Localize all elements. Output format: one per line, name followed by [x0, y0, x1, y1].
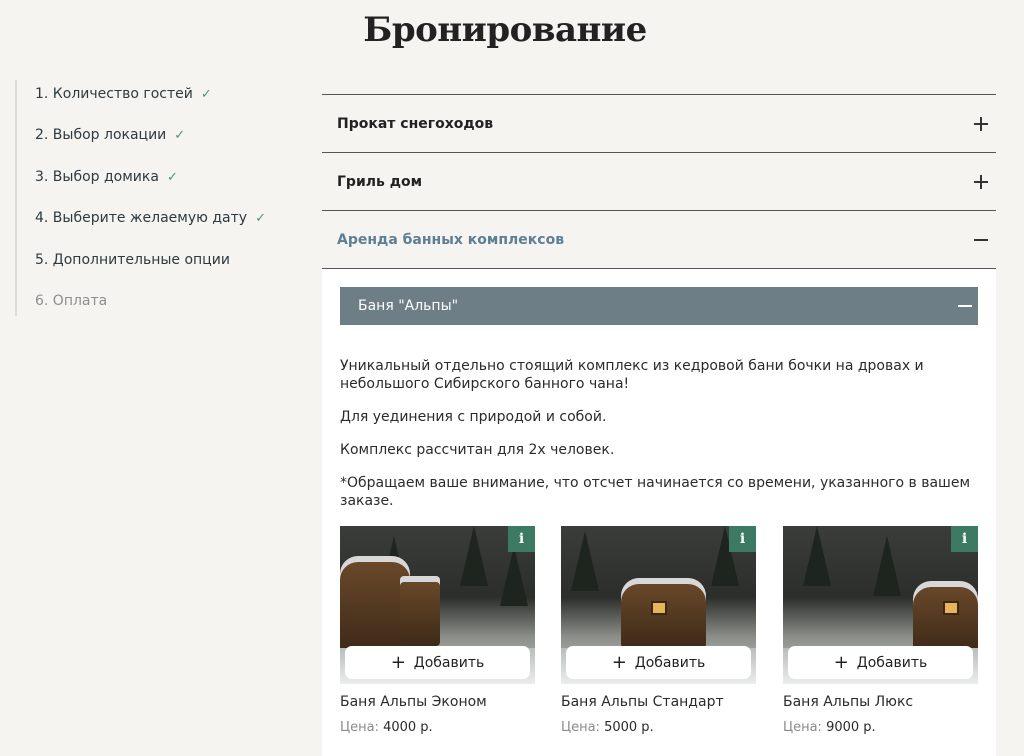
- add-button[interactable]: + Добавить: [566, 646, 751, 679]
- check-icon: ✓: [174, 127, 186, 143]
- product-name: Баня Альпы Люкс: [783, 694, 914, 710]
- step-label: 1. Количество гостей: [35, 86, 193, 102]
- add-button[interactable]: + Добавить: [345, 646, 530, 679]
- product-card-econom: i + Добавить Баня Альпы Эконом Цена: 400…: [340, 526, 535, 735]
- step-label: 3. Выбор домика: [35, 169, 159, 185]
- price-label: Цена:: [340, 720, 379, 735]
- product-name: Баня Альпы Эконом: [340, 694, 487, 710]
- add-label: Добавить: [634, 654, 706, 671]
- info-icon[interactable]: i: [508, 526, 535, 552]
- price-label: Цена:: [561, 720, 600, 735]
- product-price: Цена: 5000 р.: [561, 720, 756, 735]
- options-accordion: Прокат снегоходов Гриль дом Аренда банны…: [322, 94, 996, 756]
- check-icon: ✓: [200, 86, 212, 102]
- accordion-body: Баня "Альпы" Уникальный отдельно стоящий…: [322, 268, 996, 756]
- description: Уникальный отдельно стоящий комплекс из …: [340, 357, 980, 525]
- product-price: Цена: 4000 р.: [340, 720, 535, 735]
- price-value: 5000 р.: [604, 720, 654, 735]
- check-icon: ✓: [166, 169, 178, 185]
- info-icon[interactable]: i: [951, 526, 978, 552]
- accordion-item-grill-house[interactable]: Гриль дом: [322, 152, 996, 210]
- plus-icon[interactable]: [974, 116, 988, 131]
- product-photo: i + Добавить: [340, 526, 535, 684]
- add-label: Добавить: [413, 654, 485, 671]
- sub-accordion-title: Баня "Альпы": [358, 298, 459, 314]
- steps-sidebar: 1. Количество гостей ✓ 2. Выбор локации …: [15, 80, 305, 316]
- minus-icon[interactable]: [974, 233, 988, 247]
- page-title: Бронирование: [363, 10, 647, 50]
- product-price: Цена: 9000 р.: [783, 720, 978, 735]
- product-photo: i + Добавить: [783, 526, 978, 684]
- step-guests[interactable]: 1. Количество гостей ✓: [35, 86, 212, 102]
- product-name: Баня Альпы Стандарт: [561, 694, 724, 710]
- accordion-title: Аренда банных комплексов: [337, 231, 565, 248]
- description-paragraph: Уникальный отдельно стоящий комплекс из …: [340, 358, 924, 392]
- sub-accordion-alps[interactable]: Баня "Альпы": [340, 287, 978, 325]
- price-label: Цена:: [783, 720, 822, 735]
- accordion-item-bath-complexes[interactable]: Аренда банных комплексов: [322, 210, 996, 268]
- price-value: 9000 р.: [826, 720, 876, 735]
- step-location[interactable]: 2. Выбор локации ✓: [35, 127, 185, 143]
- step-label: 5. Дополнительные опции: [35, 252, 230, 268]
- step-date[interactable]: 4. Выберите желаемую дату ✓: [35, 210, 266, 226]
- accordion-title: Прокат снегоходов: [337, 115, 494, 132]
- description-paragraph: Комплекс рассчитан для 2х человек.: [340, 442, 615, 458]
- description-paragraph: *Обращаем ваше внимание, что отсчет начи…: [340, 475, 971, 509]
- price-value: 4000 р.: [383, 720, 433, 735]
- step-label: 2. Выбор локации: [35, 127, 167, 143]
- info-icon[interactable]: i: [729, 526, 756, 552]
- check-icon: ✓: [255, 210, 266, 226]
- product-card-lux: i + Добавить Баня Альпы Люкс Цена: 9000 …: [783, 526, 978, 735]
- step-payment: 6. Оплата: [35, 293, 107, 309]
- minus-icon[interactable]: [958, 299, 972, 313]
- add-label: Добавить: [856, 654, 928, 671]
- step-options[interactable]: 5. Дополнительные опции: [35, 252, 230, 268]
- plus-icon[interactable]: [974, 174, 988, 189]
- product-photo: i + Добавить: [561, 526, 756, 684]
- step-house[interactable]: 3. Выбор домика ✓: [35, 169, 178, 185]
- plus-icon: +: [833, 651, 849, 673]
- plus-icon: +: [611, 651, 627, 673]
- product-card-standard: i + Добавить Баня Альпы Стандарт Цена: 5…: [561, 526, 756, 735]
- step-label: 4. Выберите желаемую дату: [35, 210, 248, 226]
- accordion-item-snowmobile[interactable]: Прокат снегоходов: [322, 94, 996, 152]
- description-paragraph: Для уединения с природой и собой.: [340, 409, 607, 425]
- step-label: 6. Оплата: [35, 293, 108, 309]
- add-button[interactable]: + Добавить: [788, 646, 973, 679]
- plus-icon: +: [390, 651, 406, 673]
- accordion-title: Гриль дом: [337, 173, 423, 190]
